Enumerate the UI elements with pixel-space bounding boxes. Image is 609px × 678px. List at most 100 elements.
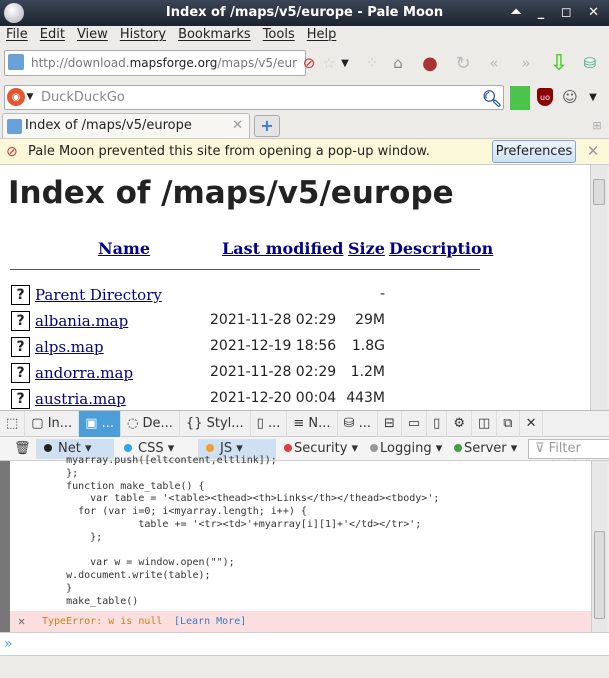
console-output: myarray.push([eltcontent,eltlink]); }; f… [0, 455, 591, 632]
bookmark-star-icon[interactable]: ☆ [320, 53, 338, 73]
file-date: 2021-12-19 18:56 [210, 338, 337, 354]
menu-history[interactable]: History [120, 26, 166, 46]
search-icon[interactable]: 🔍︎ [482, 88, 502, 108]
file-link[interactable]: austria.map [35, 390, 126, 408]
title-bar: Index of /maps/v5/europe - Pale Moon ⏶ _… [0, 0, 609, 26]
tab-debugger[interactable]: ◌ De... [121, 411, 180, 437]
popup-blocked-icon[interactable]: ⊘ [300, 54, 318, 72]
app-menu-icon[interactable] [4, 3, 24, 23]
filter-server[interactable]: Server ▾ [446, 439, 517, 459]
tab-title: Index of /maps/v5/europe [25, 118, 192, 133]
clear-console-icon[interactable]: 🗑︎ [6, 439, 31, 459]
column-size[interactable]: Size [348, 239, 385, 258]
file-date: 2021-11-28 02:29 [210, 312, 337, 328]
url-domain: mapsforge.org [129, 56, 218, 70]
filter-label: Logging [380, 441, 432, 456]
window-controls[interactable]: ⏶ _ ◻ ✕ [511, 0, 605, 26]
filter-label: CSS [138, 441, 164, 456]
search-engine-dropdown-icon[interactable]: ▼ [25, 88, 35, 106]
tab-label: In... [47, 416, 73, 431]
file-icon: ? [11, 363, 30, 383]
tab-label: N... [308, 416, 331, 431]
settings-gear-icon[interactable]: ⚙ [447, 411, 472, 437]
column-description[interactable]: Description [389, 239, 493, 258]
menu-view[interactable]: View [77, 26, 108, 46]
new-tab-button[interactable]: + [254, 115, 280, 137]
undock-icon[interactable]: ⧉ [497, 411, 520, 437]
stop-icon[interactable]: ● [420, 53, 440, 74]
console-input[interactable]: » [0, 632, 609, 655]
tab-console[interactable]: ▣ ... [79, 411, 122, 437]
overflow-dropdown-icon[interactable]: ▼ [586, 88, 600, 106]
tab-current[interactable]: Index of /maps/v5/europe ✕ [2, 113, 250, 139]
forward-icon[interactable]: » [515, 52, 537, 74]
tab-style-editor[interactable]: {} Styl... [180, 411, 251, 437]
search-input[interactable]: DuckDuckGo [4, 85, 504, 110]
throbber-icon: ⁘ [365, 54, 379, 72]
table-row: ? andorra.map 2021-11-28 02:29 1.2M [0, 362, 590, 386]
tab-label: De... [142, 416, 173, 431]
url-path: /maps/v5/eur [217, 56, 298, 70]
green-extension-icon[interactable] [510, 86, 530, 110]
tab-label: ... [267, 416, 281, 431]
menu-tools[interactable]: Tools [263, 26, 295, 46]
menu-help[interactable]: Help [307, 26, 337, 46]
tab-inspector[interactable]: ▢ In... [25, 411, 80, 437]
page-content: Index of /maps/v5/europe Name Last modif… [0, 165, 590, 410]
menu-bar: File Edit View History Bookmarks Tools H… [0, 26, 609, 46]
filter-label: Net [58, 441, 81, 456]
notification-close-icon[interactable]: ✕ [584, 142, 602, 160]
ublock-icon[interactable]: uo [537, 88, 553, 106]
learn-more-link[interactable]: [Learn More] [174, 611, 246, 632]
scratchpad-icon[interactable]: ▭ [402, 411, 428, 437]
tab-network[interactable]: ≡ N... [287, 411, 338, 437]
column-name[interactable]: Name [98, 239, 150, 258]
duckduckgo-icon[interactable]: ◉ [7, 88, 25, 106]
column-last-modified[interactable]: Last modified [222, 239, 343, 258]
file-date: 2021-11-28 02:29 [210, 364, 337, 380]
file-link[interactable]: andorra.map [35, 364, 133, 382]
console-code: myarray.push([eltcontent,eltlink]); }; f… [66, 455, 440, 607]
element-picker-icon[interactable]: ⬚ [0, 411, 26, 437]
menu-bookmarks[interactable]: Bookmarks [178, 26, 251, 46]
url-bar[interactable]: http://download.mapsforge.org/maps/v5/eu… [4, 50, 306, 76]
page-scrollbar[interactable] [590, 165, 607, 410]
file-link[interactable]: albania.map [35, 312, 128, 330]
file-size: 1.8G [351, 338, 385, 354]
file-icon: ? [11, 311, 30, 331]
back-icon[interactable]: « [483, 52, 505, 74]
responsive-icon[interactable]: ▯ [427, 411, 448, 437]
home-icon[interactable]: ⌂ [387, 52, 409, 74]
tab-grid-icon[interactable]: ⊞ [590, 118, 604, 132]
preferences-button[interactable]: Preferences [492, 140, 576, 163]
devtools-toolbar: ⬚ ▢ In... ▣ ... ◌ De... {} Styl... ▯ ...… [0, 410, 609, 437]
scrollbar-thumb[interactable] [593, 179, 605, 205]
notification-text: Pale Moon prevented this site from openi… [28, 144, 430, 159]
download-icon[interactable]: ⇩ [547, 50, 571, 76]
file-size: - [379, 286, 385, 302]
file-link[interactable]: alps.map [35, 338, 104, 356]
dock-side-icon[interactable]: ◫ [472, 411, 498, 437]
window-title: Index of /maps/v5/europe - Pale Moon [165, 5, 444, 20]
cookie-icon[interactable]: ☺ [560, 87, 580, 107]
filter-label: Security [294, 441, 348, 456]
tab-label: ... [358, 416, 371, 431]
reload-icon[interactable]: ↻ [452, 52, 474, 74]
tab-performance[interactable]: ▯ ... [251, 411, 288, 437]
menu-edit[interactable]: Edit [40, 26, 65, 46]
scrollbar-thumb[interactable] [594, 531, 605, 619]
menu-file[interactable]: File [6, 26, 28, 46]
file-link[interactable]: Parent Directory [35, 286, 162, 304]
extension-icon[interactable]: ⛁ [580, 53, 600, 73]
layout-icon[interactable]: ⊟ [378, 411, 402, 437]
filter-output-input[interactable]: ⊽ Filter output [528, 439, 609, 474]
tab-close-icon[interactable]: ✕ [232, 114, 243, 138]
url-prefix: http://download. [31, 56, 130, 70]
devtools-close-icon[interactable]: ✕ [520, 411, 544, 437]
site-identity-icon[interactable] [8, 54, 24, 70]
file-size: 443M [346, 390, 385, 406]
error-text: TypeError: w is null [42, 616, 163, 627]
url-dropdown-icon[interactable]: ▼ [338, 53, 352, 73]
tab-storage[interactable]: ⛁ ... [338, 411, 378, 437]
console-scrollbar[interactable] [591, 461, 607, 632]
